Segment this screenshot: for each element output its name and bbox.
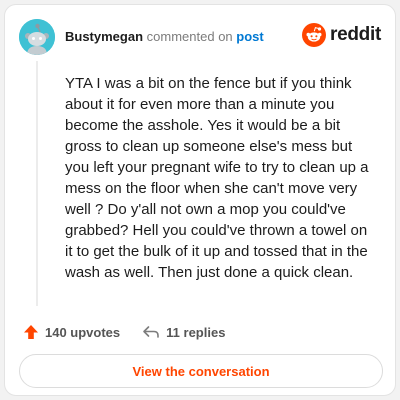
comment-body: YTA I was a bit on the fence but if you …	[65, 75, 369, 281]
reddit-logo[interactable]: reddit	[302, 23, 381, 47]
comment-card: Bustymegan commented on post reddit YTA …	[4, 4, 396, 396]
reddit-snoo-icon	[302, 23, 327, 47]
user-avatar[interactable]	[19, 19, 55, 55]
reddit-wordmark: reddit	[330, 24, 381, 45]
thread-line	[36, 61, 38, 306]
upvote-count: 140 upvotes	[45, 324, 121, 340]
view-conversation-button[interactable]: View the conversation	[19, 354, 383, 388]
replies-button[interactable]: 11 replies	[142, 324, 225, 340]
comment-header: Bustymegan commented on post	[65, 29, 264, 44]
username-link[interactable]: Bustymegan	[65, 29, 143, 44]
post-link[interactable]: post	[236, 29, 263, 44]
upvote-arrow-icon	[24, 325, 38, 339]
reply-count: 11 replies	[166, 324, 226, 340]
reply-arrow-icon	[143, 326, 159, 338]
comment-actions: 140 upvotes 11 replies	[23, 321, 225, 343]
upvote-button[interactable]: 140 upvotes	[23, 324, 120, 340]
action-text: commented on	[146, 29, 233, 44]
snoo-avatar-icon	[19, 19, 55, 55]
